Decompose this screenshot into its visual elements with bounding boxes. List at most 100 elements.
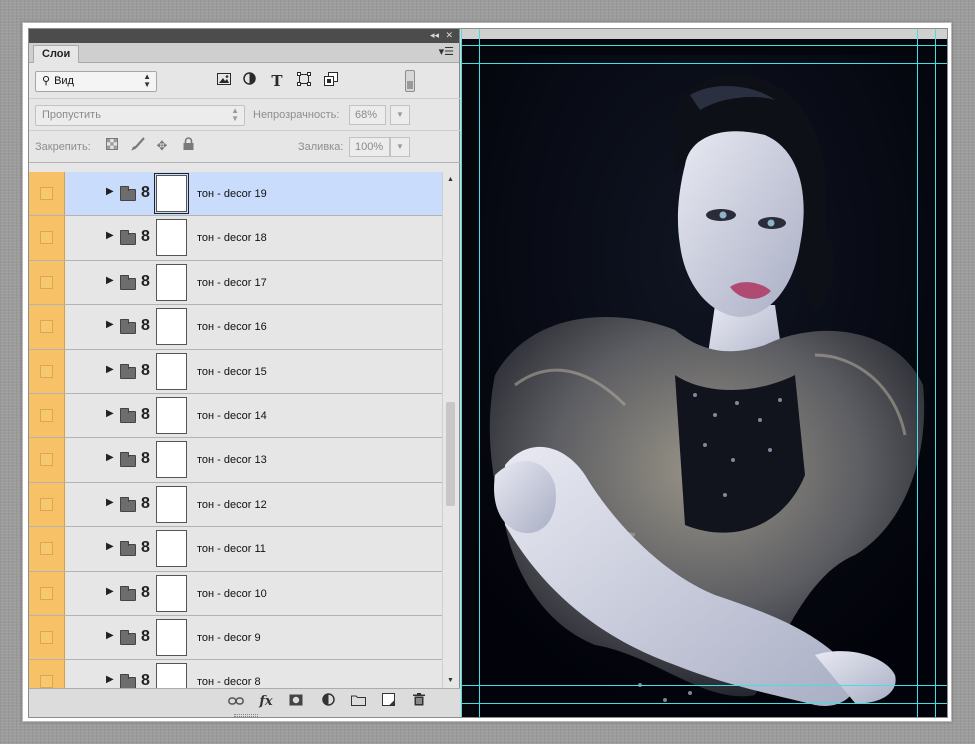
layer-name[interactable]: тон - decor 12 [197, 499, 267, 511]
layer-name[interactable]: тон - decor 9 [197, 632, 261, 644]
expand-triangle-icon[interactable]: ▶ [106, 497, 114, 508]
layer-mask-thumbnail[interactable] [156, 663, 187, 688]
tab-layers[interactable]: Слои [33, 45, 80, 63]
layer-visibility-toggle[interactable] [29, 482, 65, 527]
layer-visibility-toggle[interactable] [29, 615, 65, 660]
guide-vertical[interactable] [917, 29, 918, 717]
smart-object-filter-icon[interactable] [322, 72, 340, 90]
expand-triangle-icon[interactable]: ▶ [106, 186, 114, 197]
collapse-panel-icon[interactable]: ◂◂ [430, 30, 439, 41]
layer-row[interactable]: ▶ 8 тон - decor 17 [29, 260, 442, 306]
layer-visibility-toggle[interactable] [29, 172, 65, 216]
expand-triangle-icon[interactable]: ▶ [106, 319, 114, 330]
opacity-dropdown-button[interactable]: ▼ [390, 105, 410, 125]
layer-name[interactable]: тон - decor 19 [197, 188, 267, 200]
layer-row[interactable]: ▶ 8 тон - decor 16 [29, 305, 442, 350]
shape-filter-icon[interactable] [295, 72, 313, 90]
fx-icon[interactable]: fx [256, 693, 276, 711]
scroll-thumb[interactable] [446, 402, 455, 506]
expand-triangle-icon[interactable]: ▶ [106, 230, 114, 241]
layer-visibility-toggle[interactable] [29, 438, 65, 482]
expand-triangle-icon[interactable]: ▶ [106, 275, 114, 286]
mask-link-icon[interactable]: 8 [141, 450, 150, 468]
close-panel-icon[interactable]: ✕ [445, 30, 453, 41]
guide-vertical[interactable] [479, 29, 480, 717]
layers-scrollbar[interactable]: ▲ ▼ [442, 172, 458, 688]
filter-kind-select[interactable]: ⚲ Вид ▲ ▼ [35, 71, 157, 92]
layer-name[interactable]: тон - decor 18 [197, 232, 267, 244]
trash-icon[interactable] [409, 693, 429, 711]
filter-toggle-switch[interactable] [405, 70, 415, 92]
scroll-down-icon[interactable]: ▼ [447, 677, 454, 684]
expand-triangle-icon[interactable]: ▶ [106, 452, 114, 463]
image-filter-icon[interactable] [215, 72, 233, 90]
opacity-field[interactable]: 68% [349, 105, 386, 125]
fill-dropdown-button[interactable]: ▼ [390, 137, 410, 157]
lock-transparent-icon[interactable] [103, 137, 121, 155]
layer-mask-thumbnail[interactable] [156, 441, 187, 479]
panel-menu-icon[interactable]: ▾☰ [439, 46, 454, 58]
mask-link-icon[interactable]: 8 [141, 317, 150, 335]
layer-row[interactable]: ▶ 8 тон - decor 15 [29, 349, 442, 394]
mask-link-icon[interactable]: 8 [141, 672, 150, 688]
layer-mask-thumbnail[interactable] [156, 574, 187, 612]
mask-link-icon[interactable]: 8 [141, 495, 150, 513]
lock-move-icon[interactable]: ✥ [153, 137, 171, 155]
layer-row[interactable]: ▶ 8 тон - decor 9 [29, 615, 442, 661]
layer-row[interactable]: ▶ 8 тон - decor 13 [29, 438, 442, 483]
layer-mask-thumbnail[interactable] [156, 485, 187, 523]
layer-mask-thumbnail[interactable] [154, 173, 189, 214]
new-layer-icon[interactable] [378, 693, 398, 711]
guide-horizontal[interactable] [461, 45, 947, 46]
mask-link-icon[interactable]: 8 [141, 184, 150, 202]
mask-link-icon[interactable]: 8 [141, 406, 150, 424]
guide-vertical[interactable] [461, 29, 462, 717]
layer-row[interactable]: ▶ 8 тон - decor 12 [29, 482, 442, 528]
lock-paint-icon[interactable] [128, 137, 146, 155]
layer-name[interactable]: тон - decor 13 [197, 454, 267, 466]
document-canvas[interactable] [461, 29, 947, 717]
layer-name[interactable]: тон - decor 16 [197, 321, 267, 333]
mask-link-icon[interactable]: 8 [141, 228, 150, 246]
expand-triangle-icon[interactable]: ▶ [106, 541, 114, 552]
layer-name[interactable]: тон - decor 17 [197, 277, 267, 289]
layer-mask-thumbnail[interactable] [156, 396, 187, 434]
mask-link-icon[interactable]: 8 [141, 628, 150, 646]
layer-mask-thumbnail[interactable] [156, 263, 187, 301]
layer-mask-thumbnail[interactable] [156, 219, 187, 257]
layer-visibility-toggle[interactable] [29, 349, 65, 393]
layer-name[interactable]: тон - decor 8 [197, 676, 261, 688]
layer-visibility-toggle[interactable] [29, 305, 65, 349]
scroll-up-icon[interactable]: ▲ [447, 176, 454, 183]
link-layers-icon[interactable] [226, 693, 246, 711]
expand-triangle-icon[interactable]: ▶ [106, 586, 114, 597]
expand-triangle-icon[interactable]: ▶ [106, 674, 114, 685]
mask-link-icon[interactable]: 8 [141, 584, 150, 602]
layer-name[interactable]: тон - decor 11 [197, 543, 266, 555]
layer-row[interactable]: ▶ 8 тон - decor 19 [29, 172, 442, 217]
mask-link-icon[interactable]: 8 [141, 362, 150, 380]
blend-mode-select[interactable]: Пропустить ▲ ▼ [35, 105, 245, 126]
expand-triangle-icon[interactable]: ▶ [106, 630, 114, 641]
layer-visibility-toggle[interactable] [29, 660, 65, 688]
guide-horizontal[interactable] [461, 63, 947, 64]
layer-mask-thumbnail[interactable] [156, 308, 187, 346]
guide-horizontal[interactable] [461, 703, 947, 704]
adjustment-layer-icon[interactable] [318, 693, 338, 711]
layer-name[interactable]: тон - decor 10 [197, 588, 267, 600]
layer-mask-thumbnail[interactable] [156, 618, 187, 656]
layer-row[interactable]: ▶ 8 тон - decor 18 [29, 216, 442, 261]
mask-link-icon[interactable]: 8 [141, 273, 150, 291]
panel-resize-grip[interactable] [234, 714, 258, 717]
expand-triangle-icon[interactable]: ▶ [106, 364, 114, 375]
layer-visibility-toggle[interactable] [29, 393, 65, 438]
text-filter-icon[interactable]: T [268, 72, 286, 90]
lock-all-icon[interactable] [179, 137, 197, 155]
guide-vertical[interactable] [935, 29, 936, 717]
mask-link-icon[interactable]: 8 [141, 539, 150, 557]
layer-visibility-toggle[interactable] [29, 571, 65, 615]
layer-mask-thumbnail[interactable] [156, 352, 187, 390]
new-group-icon[interactable] [348, 693, 368, 711]
layer-row[interactable]: ▶ 8 тон - decor 8 [29, 660, 442, 688]
layer-visibility-toggle[interactable] [29, 527, 65, 571]
